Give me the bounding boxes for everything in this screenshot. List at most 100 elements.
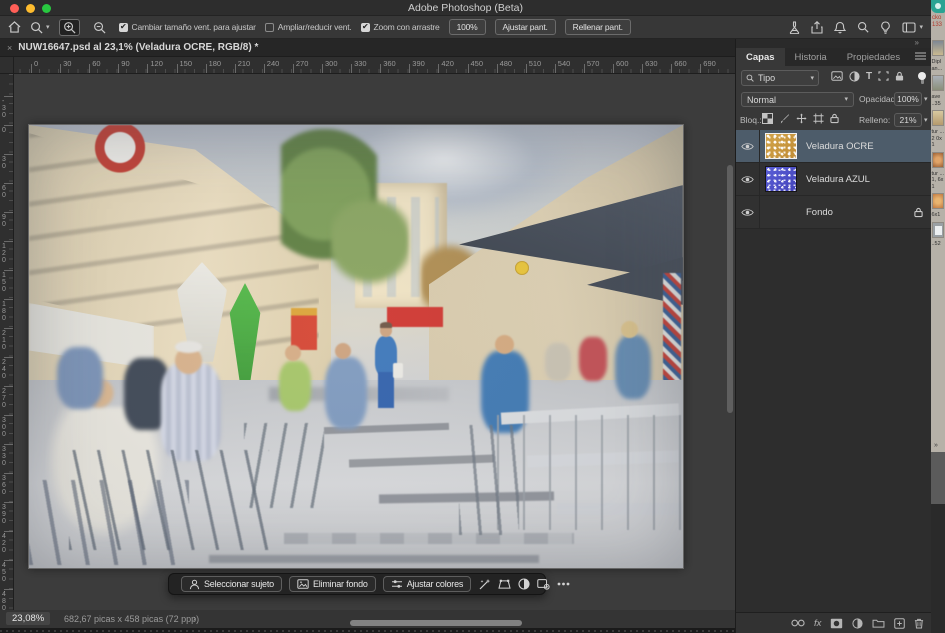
window-title: Adobe Photoshop (Beta) <box>0 2 931 14</box>
tab-propiedades[interactable]: Propiedades <box>837 48 910 66</box>
ruler-label: 690 <box>703 59 716 68</box>
desktop-text-fragment: cko 133 <box>932 15 945 29</box>
status-options-icon[interactable]: › <box>193 613 196 623</box>
blend-mode-row: Normal ▾ Opacidad: 100% ▾ <box>736 90 931 110</box>
ruler-tick <box>235 64 236 73</box>
delete-layer-trash-icon[interactable] <box>914 618 924 629</box>
desktop-file-thumbnail <box>932 193 944 209</box>
filter-type-layers-icon[interactable]: T <box>866 71 872 82</box>
export-settings-icon[interactable] <box>537 578 550 590</box>
ruler-label: 3 0 <box>2 156 6 170</box>
home-icon[interactable] <box>8 21 21 33</box>
zoom-level-field[interactable]: 23,08% <box>6 612 50 625</box>
zoom-100-button[interactable]: 100% <box>449 19 486 35</box>
scrubby-zoom-checkbox[interactable]: Zoom con arrastre <box>361 22 440 32</box>
layer-row[interactable]: Veladura AZUL <box>736 163 931 196</box>
ruler-tick <box>380 64 381 73</box>
ruler-tick <box>4 473 13 474</box>
ruler-tick <box>4 212 13 213</box>
notifications-bell-icon[interactable] <box>834 21 846 34</box>
search-icon[interactable] <box>857 21 869 33</box>
ruler-tick <box>4 299 13 300</box>
desktop-file-thumbnail <box>932 40 944 56</box>
button-label: Eliminar fondo <box>313 579 368 589</box>
workspace-switcher-icon[interactable]: ▾ <box>902 22 923 33</box>
desktop-file-caption: 6x1 <box>932 212 945 219</box>
layer-visibility-eye-icon[interactable] <box>736 130 760 162</box>
layer-row[interactable]: Fondo <box>736 196 931 229</box>
fill-screen-button[interactable]: Rellenar pant. <box>565 19 631 35</box>
add-mask-icon[interactable] <box>830 618 843 629</box>
layer-thumbnail[interactable] <box>765 166 797 192</box>
transform-icon[interactable] <box>498 579 511 590</box>
add-adjustment-icon[interactable] <box>852 618 863 629</box>
zoom-in-button[interactable] <box>59 19 80 36</box>
ruler-tick <box>351 64 352 73</box>
vertical-ruler[interactable]: - 3 003 06 09 01 2 01 5 01 8 02 1 02 4 0… <box>0 74 14 610</box>
ruler-label: 60 <box>92 59 100 68</box>
fit-screen-button[interactable]: Ajustar pant. <box>495 19 556 35</box>
close-tab-icon[interactable]: × <box>7 43 12 53</box>
layer-name[interactable]: Veladura OCRE <box>806 141 874 152</box>
lock-position-move-icon[interactable] <box>796 113 807 124</box>
tab-historia[interactable]: Historia <box>785 48 837 66</box>
chevron-down-icon[interactable]: ▾ <box>924 95 928 103</box>
fill-field[interactable]: 21% <box>894 113 922 127</box>
horizontal-scrollbar[interactable] <box>350 620 522 626</box>
select-subject-button[interactable]: Seleccionar sujeto <box>181 576 282 592</box>
filter-shape-layers-icon[interactable] <box>878 71 889 82</box>
layer-name[interactable]: Veladura AZUL <box>806 174 870 185</box>
lock-pixels-brush-icon[interactable] <box>779 113 790 124</box>
layer-effects-icon[interactable]: fx <box>814 618 821 629</box>
adjust-colors-button[interactable]: Ajustar colores <box>383 576 472 592</box>
layer-visibility-eye-icon[interactable] <box>736 196 760 228</box>
lock-all-icon[interactable] <box>830 113 839 124</box>
new-group-folder-icon[interactable] <box>872 618 885 628</box>
ruler-label: 2 1 0 <box>2 330 6 351</box>
canvas-image[interactable] <box>29 125 683 568</box>
tab-capas[interactable]: Capas <box>736 48 785 66</box>
new-layer-icon[interactable] <box>894 618 905 629</box>
canvas-pasteboard[interactable] <box>14 74 735 610</box>
share-icon[interactable] <box>811 21 823 34</box>
horizontal-ruler[interactable]: 0306090120150180210240270300330360390420… <box>0 57 735 74</box>
layer-thumbnail[interactable] <box>765 133 797 159</box>
ruler-tick <box>4 183 13 184</box>
collapse-panels-icon[interactable]: » <box>915 38 919 47</box>
ruler-tick <box>4 96 13 97</box>
document-tab-title[interactable]: NUW16647.psd al 23,1% (Veladura OCRE, RG… <box>18 42 258 53</box>
layer-row[interactable]: Veladura OCRE <box>736 130 931 163</box>
opacity-field[interactable]: 100% <box>894 92 922 106</box>
link-layers-icon[interactable] <box>791 619 805 627</box>
ruler-tick <box>60 64 61 73</box>
filter-pixel-layers-icon[interactable] <box>831 71 843 82</box>
vertical-scrollbar[interactable] <box>727 165 733 413</box>
image-icon <box>297 579 309 589</box>
resize-window-checkbox[interactable]: Cambiar tamaño vent. para ajustar <box>119 22 256 32</box>
layer-name[interactable]: Fondo <box>806 207 833 218</box>
beta-flask-icon[interactable] <box>789 21 800 34</box>
ruler-label: 120 <box>150 59 163 68</box>
panel-menu-icon[interactable] <box>915 52 926 60</box>
filter-on-off-toggle[interactable] <box>917 72 926 84</box>
zoom-all-windows-checkbox[interactable]: Ampliar/reducir vent. <box>265 22 352 32</box>
chevron-down-icon: ▾ <box>46 24 50 31</box>
more-options-icon[interactable] <box>557 582 570 586</box>
filter-locked-layers-icon[interactable] <box>895 71 904 82</box>
contrast-icon[interactable] <box>518 578 530 590</box>
remove-background-button[interactable]: Eliminar fondo <box>289 576 376 592</box>
lock-artboard-icon[interactable] <box>813 113 824 124</box>
ruler-label: 510 <box>529 59 542 68</box>
generative-wand-icon[interactable] <box>478 578 491 591</box>
window-titlebar: Adobe Photoshop (Beta) <box>0 0 931 16</box>
layer-visibility-eye-icon[interactable] <box>736 163 760 195</box>
chevron-down-icon[interactable]: ▾ <box>924 116 928 124</box>
filter-label: Tipo <box>758 73 775 83</box>
filter-adjustment-layers-icon[interactable] <box>849 71 860 82</box>
zoom-tool-icon[interactable]: ▾ <box>30 21 50 34</box>
discover-lightbulb-icon[interactable] <box>880 21 891 34</box>
zoom-out-button[interactable] <box>89 19 110 36</box>
lock-transparency-icon[interactable] <box>762 113 773 124</box>
filter-type-select[interactable]: Tipo ▾ <box>741 70 819 86</box>
blend-mode-select[interactable]: Normal ▾ <box>741 92 854 107</box>
